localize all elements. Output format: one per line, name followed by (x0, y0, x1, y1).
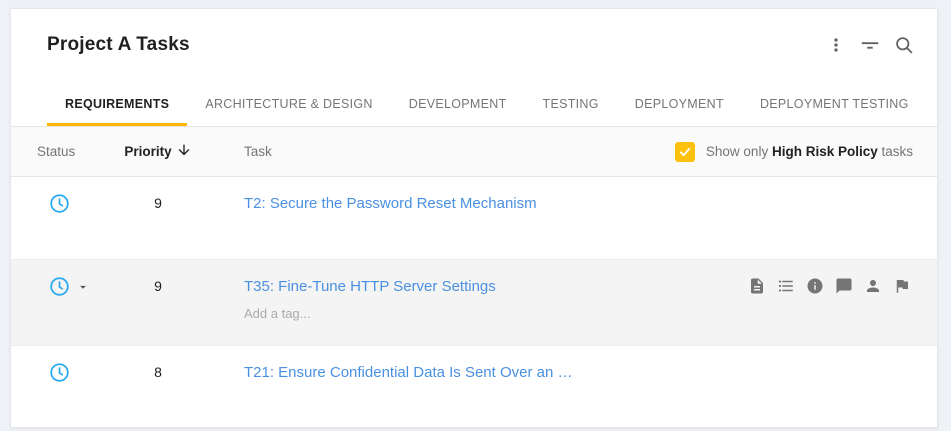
task-cell: T35: Fine-Tune HTTP Server Settings Add … (201, 276, 748, 321)
filter-button[interactable] (857, 32, 883, 58)
tab-requirements[interactable]: REQUIREMENTS (47, 81, 187, 126)
status-button[interactable] (11, 362, 115, 388)
document-icon[interactable] (748, 277, 766, 295)
clock-icon (49, 362, 70, 388)
arrow-down-icon (176, 142, 192, 161)
column-header-priority-label: Priority (124, 144, 171, 159)
row-actions (748, 277, 937, 295)
search-icon (894, 35, 915, 56)
kebab-menu-icon (826, 35, 846, 55)
priority-value: 9 (115, 276, 201, 297)
table-row-selected: 9 T35: Fine-Tune HTTP Server Settings Ad… (11, 260, 937, 346)
page-title: Project A Tasks (47, 34, 190, 56)
search-button[interactable] (891, 32, 917, 58)
list-icon[interactable] (777, 277, 795, 295)
status-button[interactable] (11, 193, 115, 219)
clock-icon (49, 276, 70, 302)
tab-bar: REQUIREMENTS ARCHITECTURE & DESIGN DEVEL… (11, 81, 937, 127)
more-options-button[interactable] (823, 32, 849, 58)
checked-checkbox-icon[interactable] (675, 142, 695, 162)
priority-value: 8 (115, 362, 201, 383)
task-cell: T2: Secure the Password Reset Mechanism (201, 193, 911, 214)
tab-deployment[interactable]: DEPLOYMENT (617, 81, 742, 126)
column-header-status: Status (11, 144, 115, 159)
tab-architecture-design[interactable]: ARCHITECTURE & DESIGN (187, 81, 390, 126)
tab-development[interactable]: DEVELOPMENT (391, 81, 525, 126)
info-icon[interactable] (806, 277, 824, 295)
header-actions (823, 32, 917, 58)
status-dropdown-button[interactable] (11, 276, 115, 302)
tab-deployment-testing[interactable]: DEPLOYMENT TESTING (742, 81, 927, 126)
tab-testing[interactable]: TESTING (525, 81, 617, 126)
filter-icon (859, 34, 881, 56)
column-header-task: Task (201, 144, 675, 159)
add-tag-input[interactable]: Add a tag... (244, 306, 748, 321)
panel-header: Project A Tasks (11, 9, 937, 81)
clock-icon (49, 193, 70, 219)
column-header-priority[interactable]: Priority (124, 142, 191, 161)
table-row: 9 T2: Secure the Password Reset Mechanis… (11, 177, 937, 260)
high-risk-filter-toggle[interactable]: Show only High Risk Policy tasks (675, 142, 937, 162)
person-icon[interactable] (864, 277, 882, 295)
table-row: 8 T21: Ensure Confidential Data Is Sent … (11, 346, 937, 427)
task-link[interactable]: T2: Secure the Password Reset Mechanism (244, 193, 537, 214)
task-link[interactable]: T35: Fine-Tune HTTP Server Settings (244, 276, 496, 297)
priority-value: 9 (115, 193, 201, 214)
task-link[interactable]: T21: Ensure Confidential Data Is Sent Ov… (244, 362, 573, 383)
flag-icon[interactable] (893, 277, 911, 295)
task-panel: Project A Tasks REQUIREMENTS ARCHITECTUR… (10, 8, 938, 428)
task-cell: T21: Ensure Confidential Data Is Sent Ov… (201, 362, 911, 383)
filter-label: Show only High Risk Policy tasks (706, 144, 913, 159)
comment-icon[interactable] (835, 277, 853, 295)
chevron-down-icon (76, 280, 90, 299)
table-header: Status Priority Task Show only High Risk… (11, 127, 937, 177)
